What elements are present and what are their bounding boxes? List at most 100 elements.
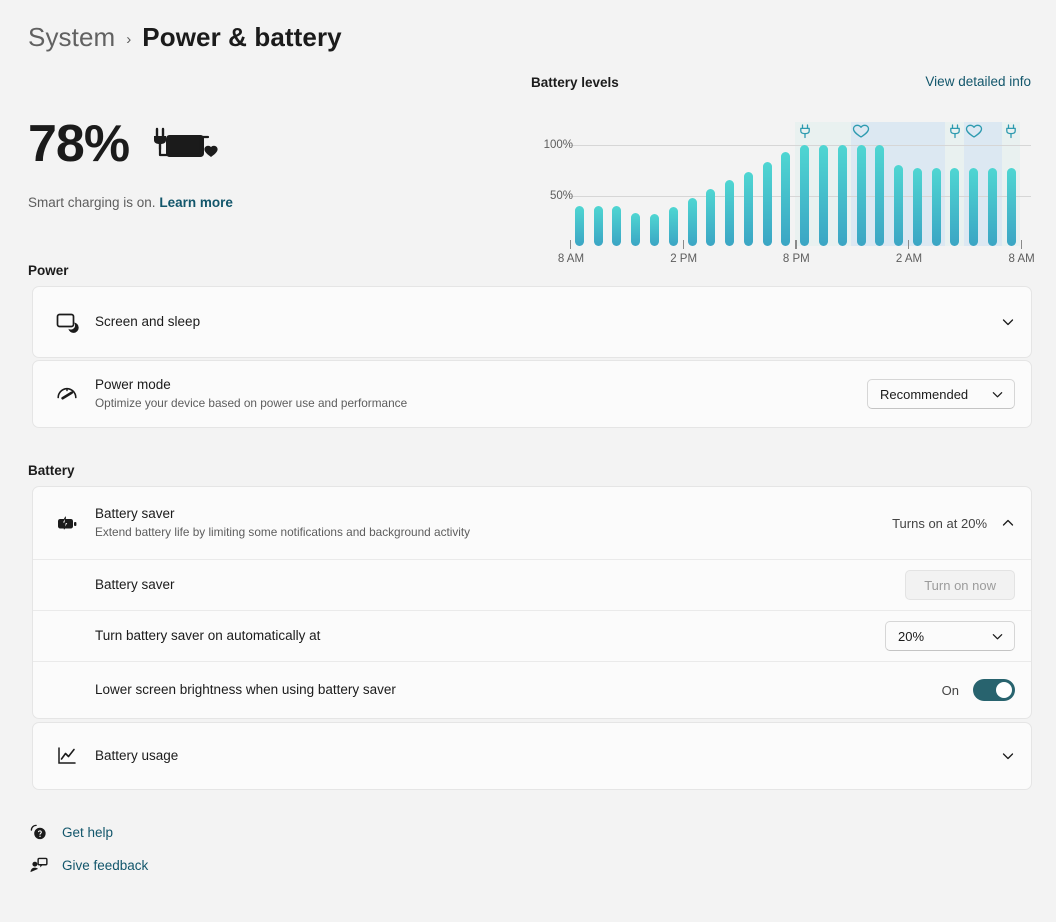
lower-brightness-toggle-label: On — [941, 682, 959, 698]
chart-x-tick — [569, 240, 572, 249]
gauge-icon — [55, 382, 95, 406]
chevron-down-icon[interactable] — [1001, 749, 1015, 763]
chart-bar — [912, 168, 922, 246]
chart-header: Battery levels View detailed info — [531, 74, 1031, 96]
battery-charging-smart-icon — [151, 125, 225, 170]
row-battery-saver-turnon-right: Turn on now — [905, 570, 1015, 600]
row-power-mode-title: Power mode — [95, 377, 171, 393]
section-header-battery: Battery — [28, 463, 75, 478]
line-chart-icon — [55, 744, 95, 768]
row-screen-and-sleep-title: Screen and sleep — [95, 313, 201, 329]
row-screen-and-sleep-text: Screen and sleep — [95, 313, 1001, 331]
get-help-link[interactable]: Get help — [62, 825, 113, 840]
auto-threshold-selected-value: 20% — [898, 628, 925, 644]
chart-bar — [818, 145, 828, 246]
chart-bar — [649, 213, 659, 246]
battery-percent-readout: 78% — [28, 118, 225, 170]
chart-x-tick — [682, 240, 685, 249]
chevron-down-icon[interactable] — [1001, 315, 1015, 329]
chart-x-tick — [907, 240, 910, 249]
battery-levels-chart: Battery levels View detailed info 50% 100… — [531, 74, 1035, 265]
battery-saver-icon — [55, 511, 95, 535]
battery-percent-value: 78% — [28, 115, 130, 173]
chart-bar — [800, 145, 810, 246]
row-battery-usage-right — [1001, 749, 1015, 763]
row-battery-saver-right: Turns on at 20% — [892, 516, 1015, 531]
row-battery-saver-turn-on: Battery saver Turn on now — [33, 559, 1031, 610]
feedback-icon — [28, 856, 48, 875]
page-title: Power & battery — [142, 22, 342, 52]
view-detailed-info-link[interactable]: View detailed info — [925, 74, 1031, 89]
row-power-mode-text: Power mode Optimize your device based on… — [95, 376, 867, 412]
chart-x-tick-label: 2 AM — [895, 253, 923, 265]
chart-bar — [762, 162, 772, 246]
chart-bar — [1006, 168, 1016, 246]
heart-icon — [965, 124, 982, 144]
card-screen-and-sleep: Screen and sleep — [32, 286, 1032, 358]
row-battery-usage-title: Battery usage — [95, 747, 179, 763]
chart-bar — [875, 145, 885, 246]
chart-x-tick — [795, 240, 797, 249]
chevron-down-icon — [991, 630, 1004, 643]
chart-bar — [668, 206, 678, 246]
chart-bar — [725, 180, 735, 246]
row-lower-brightness-text: Lower screen brightness when using batte… — [55, 681, 942, 699]
row-power-mode[interactable]: Power mode Optimize your device based on… — [33, 361, 1031, 427]
chart-bar — [706, 189, 716, 246]
breadcrumb-parent-system[interactable]: System — [28, 22, 115, 53]
chart-bar — [837, 145, 847, 246]
row-power-mode-right: Recommended — [867, 379, 1015, 409]
power-and-battery-page: System › Power & battery 78% Smart charg… — [0, 0, 1056, 922]
chart-bar — [687, 197, 697, 246]
chart-bar — [593, 205, 603, 246]
row-auto-threshold-right: 20% — [885, 621, 1015, 651]
card-battery-saver: Battery saver Extend battery life by lim… — [32, 486, 1032, 719]
row-battery-saver-text: Battery saver Extend battery life by lim… — [95, 505, 892, 541]
get-help-link-row[interactable]: Get help — [28, 823, 113, 842]
row-lower-brightness: Lower screen brightness when using batte… — [33, 661, 1031, 718]
chart-bar — [781, 152, 791, 246]
chart-bar — [969, 168, 979, 246]
chart-bar — [894, 165, 904, 246]
lower-brightness-toggle[interactable] — [973, 679, 1015, 701]
row-screen-and-sleep[interactable]: Screen and sleep — [33, 287, 1031, 357]
plug-icon — [798, 124, 811, 144]
chart-bar — [950, 168, 960, 246]
row-battery-usage-text: Battery usage — [95, 747, 1001, 765]
auto-threshold-select[interactable]: 20% — [885, 621, 1015, 651]
give-feedback-link-row[interactable]: Give feedback — [28, 856, 148, 875]
card-power-mode: Power mode Optimize your device based on… — [32, 360, 1032, 428]
chart-title: Battery levels — [531, 75, 619, 90]
smart-charging-text: Smart charging is on. — [28, 195, 156, 210]
row-lower-brightness-right: On — [942, 679, 1015, 701]
toggle-knob — [996, 682, 1012, 698]
chart-x-tick — [1020, 240, 1023, 249]
turn-on-now-button[interactable]: Turn on now — [905, 570, 1015, 600]
help-icon — [28, 823, 48, 842]
chart-bars — [531, 100, 1031, 246]
row-auto-threshold: Turn battery saver on automatically at 2… — [33, 610, 1031, 661]
row-battery-saver-title: Battery saver — [95, 506, 175, 522]
row-battery-usage[interactable]: Battery usage — [33, 723, 1031, 789]
chart-plot-area: 50% 100% 8 AM 2 PM 8 PM 2 AM 8 AM — [531, 100, 1035, 265]
give-feedback-link[interactable]: Give feedback — [62, 858, 148, 873]
chart-x-tick-label: 2 PM — [670, 253, 698, 265]
chevron-up-icon[interactable] — [1001, 516, 1015, 530]
plug-icon — [948, 124, 961, 144]
chart-bar — [988, 168, 997, 246]
chart-bar — [856, 145, 866, 246]
row-lower-brightness-title: Lower screen brightness when using batte… — [95, 681, 396, 697]
chart-x-tick-label: 8 AM — [1008, 253, 1035, 265]
card-battery-usage: Battery usage — [32, 722, 1032, 790]
smart-charging-status: Smart charging is on. Learn more — [28, 195, 233, 210]
power-mode-select[interactable]: Recommended — [867, 379, 1015, 409]
chart-x-tick-label: 8 PM — [782, 253, 810, 265]
row-auto-threshold-title: Turn battery saver on automatically at — [95, 627, 321, 643]
breadcrumb: System › Power & battery — [28, 22, 342, 53]
chart-x-tick-label: 8 AM — [557, 253, 585, 265]
learn-more-link[interactable]: Learn more — [159, 195, 233, 210]
chart-bar — [931, 168, 941, 246]
row-battery-saver-turnon-title: Battery saver — [95, 576, 175, 592]
row-battery-saver-header[interactable]: Battery saver Extend battery life by lim… — [33, 487, 1031, 559]
heart-icon — [852, 124, 870, 144]
